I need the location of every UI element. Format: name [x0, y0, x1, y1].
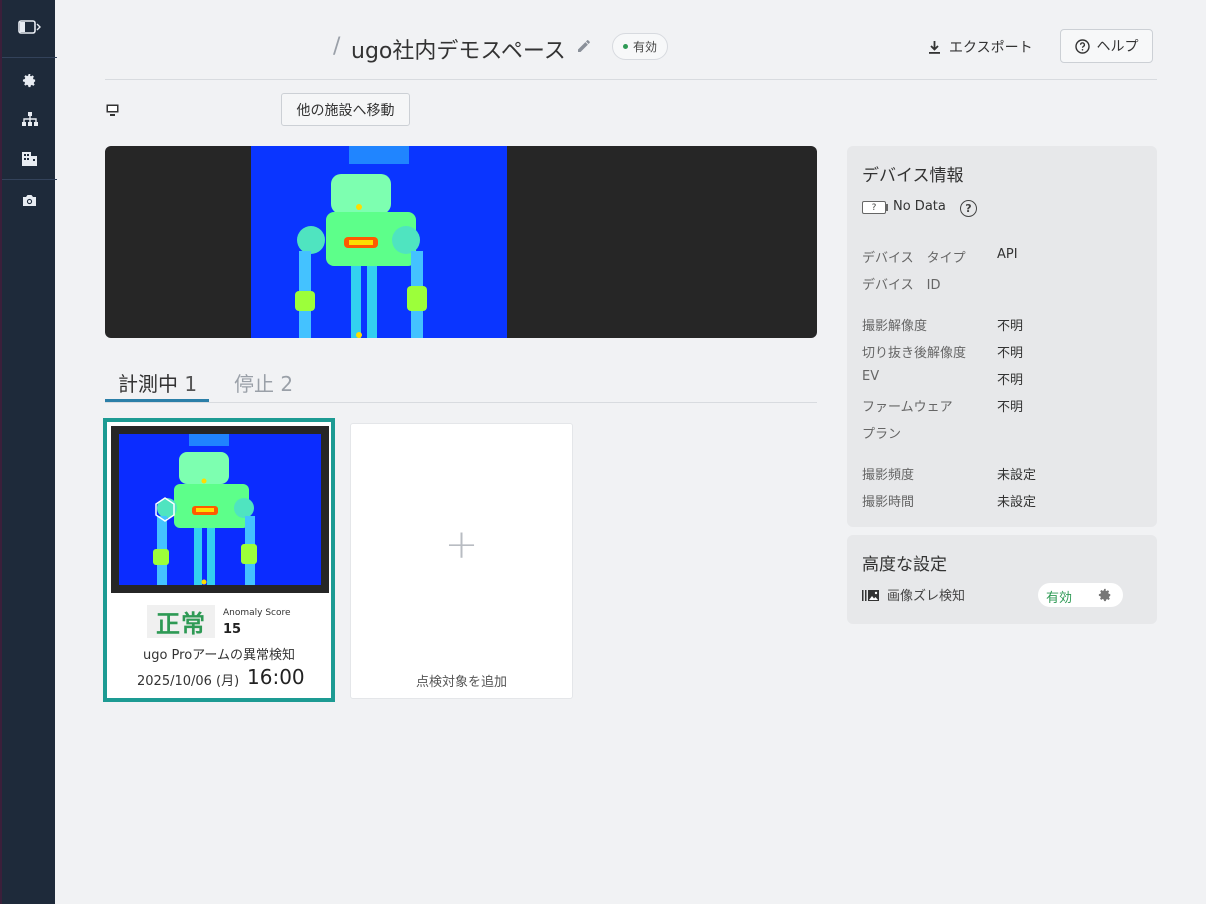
tab-active-indicator: [105, 399, 209, 402]
help-circle-icon: [1074, 38, 1090, 54]
breadcrumb-separator: /: [333, 34, 341, 59]
export-label: エクスポート: [949, 40, 1033, 56]
info-key: デバイス タイプ: [862, 251, 966, 266]
help-circle-icon[interactable]: ?: [960, 200, 977, 217]
info-key: 撮影頻度: [862, 468, 915, 483]
plus-icon: +: [444, 522, 479, 568]
tab-measuring-count: 1: [184, 372, 198, 396]
sidebar: [0, 0, 57, 904]
status-badge: 正常: [147, 605, 215, 638]
info-value: 不明: [997, 400, 1024, 415]
battery-tip: [886, 204, 888, 211]
image-shift-detection-label: 画像ズレ検知: [887, 589, 966, 604]
add-target-button[interactable]: + 点検対象を追加: [350, 423, 573, 699]
help-button[interactable]: ヘルプ: [1060, 29, 1153, 63]
tab-measuring-label: 計測中: [118, 372, 178, 396]
image-icon: [862, 587, 880, 601]
tab-stopped-count: 2: [280, 372, 294, 396]
help-label: ヘルプ: [1096, 39, 1139, 55]
battery-icon: ?: [862, 201, 886, 214]
info-value: 未設定: [997, 495, 1037, 510]
anomaly-score-label: Anomaly Score: [223, 608, 291, 618]
advanced-settings-panel: 高度な設定 画像ズレ検知 有効: [847, 535, 1157, 624]
building-icon[interactable]: [2, 141, 57, 177]
pencil-icon[interactable]: [576, 38, 594, 56]
card-time: 16:00: [247, 665, 305, 689]
page-title: ugo社内デモスペース: [351, 39, 566, 64]
inspection-card[interactable]: 正常 Anomaly Score 15 ugo Proアームの異常検知 2025…: [103, 418, 335, 702]
add-target-label: 点検対象を追加: [415, 675, 507, 690]
gear-icon[interactable]: [2, 62, 57, 98]
panel-title: デバイス情報: [862, 166, 964, 186]
info-value: 不明: [997, 373, 1024, 388]
download-icon: [928, 40, 941, 54]
sidebar-toggle-icon[interactable]: [2, 9, 57, 45]
status-dot: [623, 44, 628, 49]
image-shift-detection-toggle[interactable]: 有効: [1038, 583, 1123, 607]
tab-stopped[interactable]: 停止 2: [234, 368, 293, 397]
move-facility-button[interactable]: 他の施設へ移動: [281, 93, 410, 126]
thermal-image: [251, 146, 507, 338]
camera-icon[interactable]: [2, 182, 57, 218]
tab-measuring[interactable]: 計測中 1: [118, 368, 197, 397]
tab-stopped-label: 停止: [234, 372, 274, 396]
header-divider: [105, 79, 1157, 80]
battery-status: No Data: [893, 199, 946, 214]
card-date: 2025/10/06 (月): [137, 674, 240, 689]
monitor-icon: [106, 102, 120, 116]
status-badge-label: 有効: [633, 40, 658, 54]
info-value: 不明: [997, 346, 1024, 361]
info-key: 切り抜き後解像度: [862, 346, 967, 361]
toggle-status: 有効: [1046, 591, 1073, 606]
panel-title: 高度な設定: [862, 555, 947, 575]
sidebar-divider: [2, 179, 57, 180]
device-info-panel: デバイス情報 ? No Data ? デバイス タイプ API デバイス ID …: [847, 146, 1157, 527]
info-key: デバイス ID: [862, 278, 941, 293]
card-title: ugo Proアームの異常検知: [142, 648, 296, 663]
sidebar-divider: [2, 57, 57, 58]
camera-preview: [105, 146, 817, 338]
export-button[interactable]: エクスポート: [928, 33, 1033, 61]
info-value: 未設定: [997, 468, 1037, 483]
info-value: 不明: [997, 319, 1024, 334]
info-key: 撮影解像度: [862, 319, 928, 334]
gear-icon[interactable]: [1098, 587, 1114, 603]
info-key: プラン: [862, 427, 902, 442]
tab-divider: [105, 402, 817, 403]
info-key: EV: [862, 369, 880, 384]
info-key: 撮影時間: [862, 495, 915, 510]
info-key: ファームウェア: [862, 400, 953, 415]
card-thumbnail: [111, 426, 329, 593]
sitemap-icon[interactable]: [2, 101, 57, 137]
anomaly-score-value: 15: [223, 622, 242, 637]
info-value: API: [997, 247, 1018, 262]
status-badge: 有効: [612, 33, 669, 60]
